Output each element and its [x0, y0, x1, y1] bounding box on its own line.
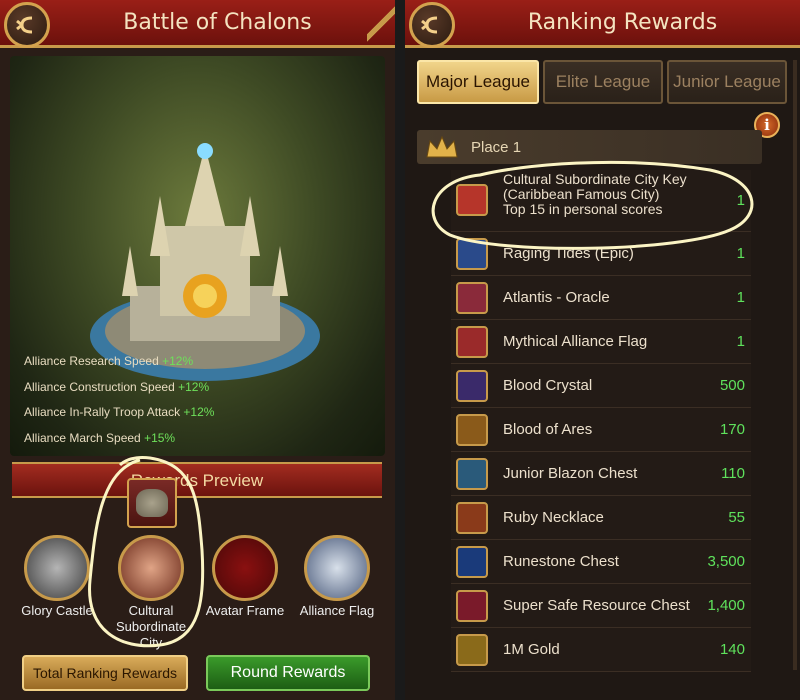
runestone-chest-icon [456, 546, 488, 578]
castle-scene: Alliance Research Speed +12% Alliance Co… [10, 56, 385, 456]
list-item: Junior Blazon Chest 110 [451, 452, 751, 496]
back-arrow-icon [16, 16, 33, 34]
gold-icon [456, 634, 488, 666]
back-button[interactable] [409, 2, 455, 48]
shield-icon [304, 535, 370, 601]
reward-avatar-frame[interactable]: Avatar Frame [200, 535, 290, 619]
stat-march-speed: Alliance March Speed +15% [24, 431, 176, 445]
list-item: Blood of Ares 170 [451, 408, 751, 452]
tab-junior-league[interactable]: Junior League [667, 60, 787, 104]
item-qty: 140 [719, 641, 745, 658]
item-qty: 55 [728, 509, 745, 526]
page-title: Ranking Rewards [527, 10, 718, 35]
crystal-icon [456, 370, 488, 402]
title-bar: Battle of Chalons [0, 0, 395, 48]
league-tabs: Major League Elite League Junior League [417, 60, 787, 104]
list-item: Atlantis - Oracle 1 [451, 276, 751, 320]
tab-major-league[interactable]: Major League [417, 60, 539, 104]
scrollbar[interactable] [793, 60, 797, 670]
item-qty: 170 [719, 421, 745, 438]
corner-ornament [367, 0, 395, 48]
item-qty: 110 [721, 465, 745, 482]
item-name: Raging Tides (Epic) [503, 245, 634, 262]
total-ranking-rewards-button[interactable]: Total Ranking Rewards [22, 655, 188, 691]
item-qty: 3,500 [707, 553, 745, 570]
blood-icon [456, 414, 488, 446]
list-item: Mythical Alliance Flag 1 [451, 320, 751, 364]
title-bar: Ranking Rewards [405, 0, 800, 48]
list-item: 1M Gold 140 [451, 628, 751, 672]
place-label: Place 1 [471, 139, 522, 156]
rewards-preview-banner: Rewards Preview [12, 462, 382, 498]
item-name: Cultural Subordinate City Key (Caribbean… [503, 171, 687, 202]
stat-research-speed: Alliance Research Speed +12% [24, 354, 194, 368]
item-name: Super Safe Resource Chest [503, 597, 690, 614]
list-item: Runestone Chest 3,500 [451, 540, 751, 584]
item-qty: 1 [736, 333, 745, 350]
ranking-panel: Ranking Rewards Major League Elite Leagu… [405, 0, 800, 700]
item-qty: 1,400 [707, 597, 745, 614]
item-name: Junior Blazon Chest [503, 465, 638, 482]
stat-construction-speed: Alliance Construction Speed +12% [24, 380, 210, 394]
list-item: Ruby Necklace 55 [451, 496, 751, 540]
featured-reward[interactable] [127, 478, 177, 528]
item-name: Mythical Alliance Flag [503, 333, 648, 350]
item-subtitle: Top 15 in personal scores [503, 201, 663, 217]
necklace-icon [456, 502, 488, 534]
castle-icon [24, 535, 90, 601]
frame-icon [212, 535, 278, 601]
item-name: Blood Crystal [503, 377, 593, 394]
key-icon [456, 184, 488, 216]
tab-elite-league[interactable]: Elite League [543, 60, 663, 104]
back-button[interactable] [4, 2, 50, 48]
reward-cultural-city[interactable]: Cultural Subordinate City [106, 535, 196, 651]
list-item: Blood Crystal 500 [451, 364, 751, 408]
item-name: Ruby Necklace [503, 509, 604, 526]
reward-alliance-flag[interactable]: Alliance Flag [292, 535, 382, 619]
item-qty: 500 [719, 377, 745, 394]
back-arrow-icon [421, 16, 438, 34]
item-name: Blood of Ares [503, 421, 593, 438]
city-icon [118, 535, 184, 601]
list-item: Raging Tides (Epic) 1 [451, 232, 751, 276]
crown-icon [426, 135, 458, 158]
stat-rally-attack: Alliance In-Rally Troop Attack +12% [24, 405, 215, 419]
item-name: Atlantis - Oracle [503, 289, 610, 306]
place-header: Place 1 [417, 130, 762, 164]
resource-chest-icon [456, 590, 488, 622]
chest-icon [456, 458, 488, 490]
item-name: Runestone Chest [503, 553, 619, 570]
item-qty: 1 [736, 245, 745, 262]
wave-icon [456, 238, 488, 270]
item-qty: 1 [736, 192, 745, 209]
divider [395, 0, 405, 700]
city-model-icon [136, 489, 168, 517]
item-name: 1M Gold [503, 641, 560, 658]
round-rewards-button[interactable]: Round Rewards [206, 655, 370, 691]
battle-panel: Battle of Chalons Alliance Research Spee… [0, 0, 395, 700]
page-title: Battle of Chalons [123, 10, 312, 35]
reward-glory-castle[interactable]: Glory Castle [12, 535, 102, 619]
list-item: Cultural Subordinate City Key (Caribbean… [451, 170, 751, 232]
oracle-icon [456, 282, 488, 314]
flag-icon [456, 326, 488, 358]
item-qty: 1 [736, 289, 745, 306]
list-item: Super Safe Resource Chest 1,400 [451, 584, 751, 628]
